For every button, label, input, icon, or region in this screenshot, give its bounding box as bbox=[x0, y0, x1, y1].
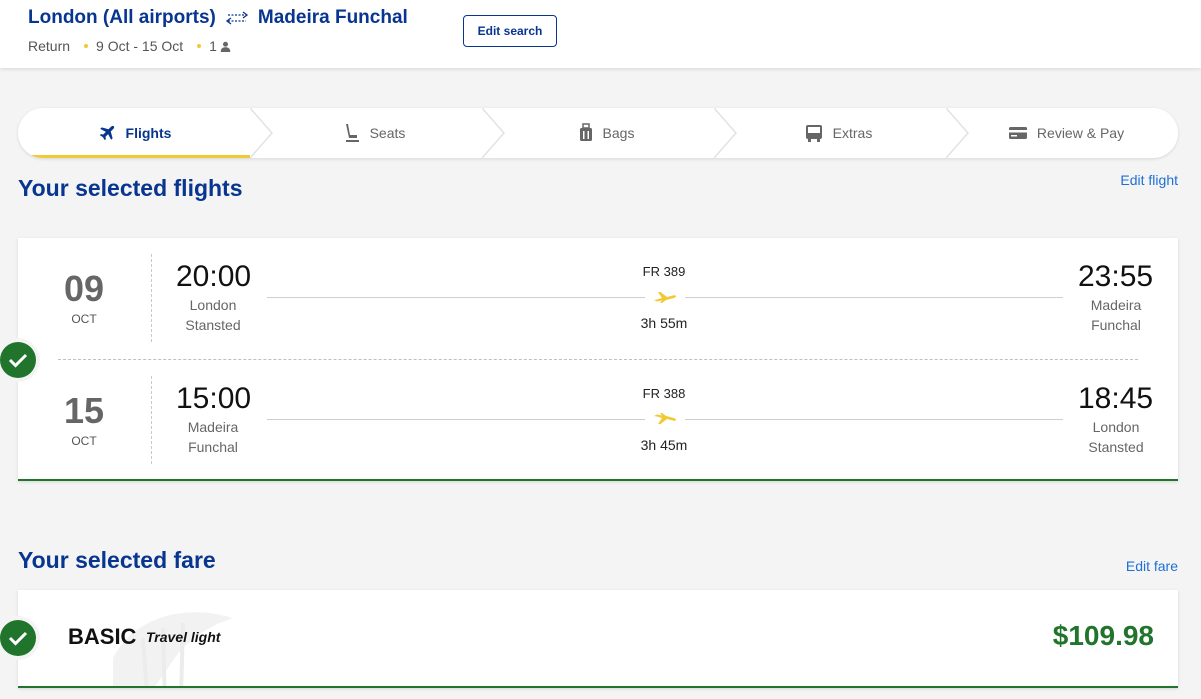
departure-time: 15:00 bbox=[176, 382, 252, 415]
seat-icon bbox=[345, 124, 359, 142]
departure-time: 20:00 bbox=[176, 260, 252, 293]
leg-day: 09 bbox=[63, 268, 105, 309]
fare-card: BASIC Travel light $109.98 bbox=[18, 590, 1178, 688]
leg-month: OCT bbox=[71, 312, 97, 326]
flights-card: 09 OCT 20:00 London Stansted FR 389 3h 5… bbox=[18, 238, 1178, 481]
step-extras[interactable]: Extras bbox=[722, 108, 954, 158]
flight-duration: 3h 45m bbox=[640, 437, 688, 453]
fare-tagline: Travel light bbox=[146, 629, 221, 645]
trip-dates: 9 Oct - 15 Oct bbox=[96, 38, 184, 54]
step-review-pay[interactable]: Review & Pay bbox=[954, 108, 1178, 158]
flight-number: FR 389 bbox=[642, 264, 686, 279]
leg-month: OCT bbox=[71, 434, 97, 448]
leg-divider bbox=[58, 359, 1138, 360]
step-label: Review & Pay bbox=[1036, 125, 1125, 141]
flight-number: FR 388 bbox=[642, 386, 686, 401]
step-label: Seats bbox=[369, 125, 406, 141]
departure-airport-line1: London bbox=[189, 297, 237, 313]
selected-fare-title: Your selected fare bbox=[18, 547, 216, 573]
edit-fare-link[interactable]: Edit fare bbox=[1126, 558, 1178, 574]
top-header: London (All airports) Madeira Funchal Re… bbox=[0, 0, 1201, 68]
plane-landing-icon bbox=[645, 409, 685, 429]
card-icon bbox=[1008, 127, 1027, 139]
date-separator bbox=[151, 254, 152, 342]
round-trip-icon bbox=[225, 11, 248, 25]
trip-meta: Return 9 Oct - 15 Oct 1 bbox=[28, 38, 231, 54]
step-label: Bags bbox=[602, 125, 635, 141]
step-flights[interactable]: Flights bbox=[18, 108, 250, 158]
arrival-time: 23:55 bbox=[1078, 260, 1154, 293]
fare-name: BASIC bbox=[68, 624, 137, 649]
arrival-airport-line2: Funchal bbox=[1091, 317, 1141, 333]
departure-airport-line1: Madeira bbox=[187, 419, 239, 435]
arrival-time: 18:45 bbox=[1078, 382, 1154, 415]
bag-icon bbox=[579, 123, 592, 141]
step-seats[interactable]: Seats bbox=[258, 108, 490, 158]
destination-label: Madeira Funchal bbox=[257, 7, 408, 28]
flight-leg-return: 15 OCT 15:00 Madeira Funchal FR 388 3h 4… bbox=[18, 370, 1178, 470]
edit-flight-link[interactable]: Edit flight bbox=[1120, 172, 1178, 188]
leg-day: 15 bbox=[63, 390, 105, 431]
step-bags[interactable]: Bags bbox=[490, 108, 722, 158]
separator-dot bbox=[197, 44, 202, 48]
departure-airport-line2: Stansted bbox=[185, 317, 241, 333]
arrival-airport-line2: Stansted bbox=[1088, 439, 1144, 455]
edit-search-button[interactable]: Edit search bbox=[463, 15, 557, 47]
booking-stepper: Flights Seats Bags Extras Review & Pay bbox=[18, 108, 1178, 158]
active-step-indicator bbox=[18, 155, 250, 158]
step-label: Flights bbox=[125, 125, 172, 141]
departure-airport: Madeira Funchal bbox=[163, 417, 263, 457]
arrival-airport-line1: Madeira bbox=[1090, 297, 1142, 313]
flight-leg-outbound: 09 OCT 20:00 London Stansted FR 389 3h 5… bbox=[18, 248, 1178, 348]
arrival-airport: Madeira Funchal bbox=[1066, 295, 1166, 335]
plane-icon bbox=[99, 125, 114, 141]
selected-flights-title: Your selected flights bbox=[18, 175, 243, 201]
passenger-count: 1 bbox=[209, 38, 217, 54]
fare-price: $109.98 bbox=[1052, 620, 1154, 651]
plane-icon bbox=[645, 287, 685, 307]
departure-airport-line2: Funchal bbox=[188, 439, 238, 455]
origin-label: London (All airports) bbox=[28, 7, 216, 28]
bus-icon bbox=[805, 125, 822, 142]
step-label: Extras bbox=[832, 125, 873, 141]
route-title: London (All airports) Madeira Funchal bbox=[28, 7, 408, 29]
arrival-airport-line1: London bbox=[1092, 419, 1140, 435]
person-icon bbox=[220, 41, 231, 52]
date-separator bbox=[151, 376, 152, 464]
separator-dot bbox=[84, 44, 89, 48]
arrival-airport: London Stansted bbox=[1066, 417, 1166, 457]
departure-airport: London Stansted bbox=[163, 295, 263, 335]
trip-type: Return bbox=[28, 38, 71, 54]
flight-duration: 3h 55m bbox=[640, 315, 688, 331]
